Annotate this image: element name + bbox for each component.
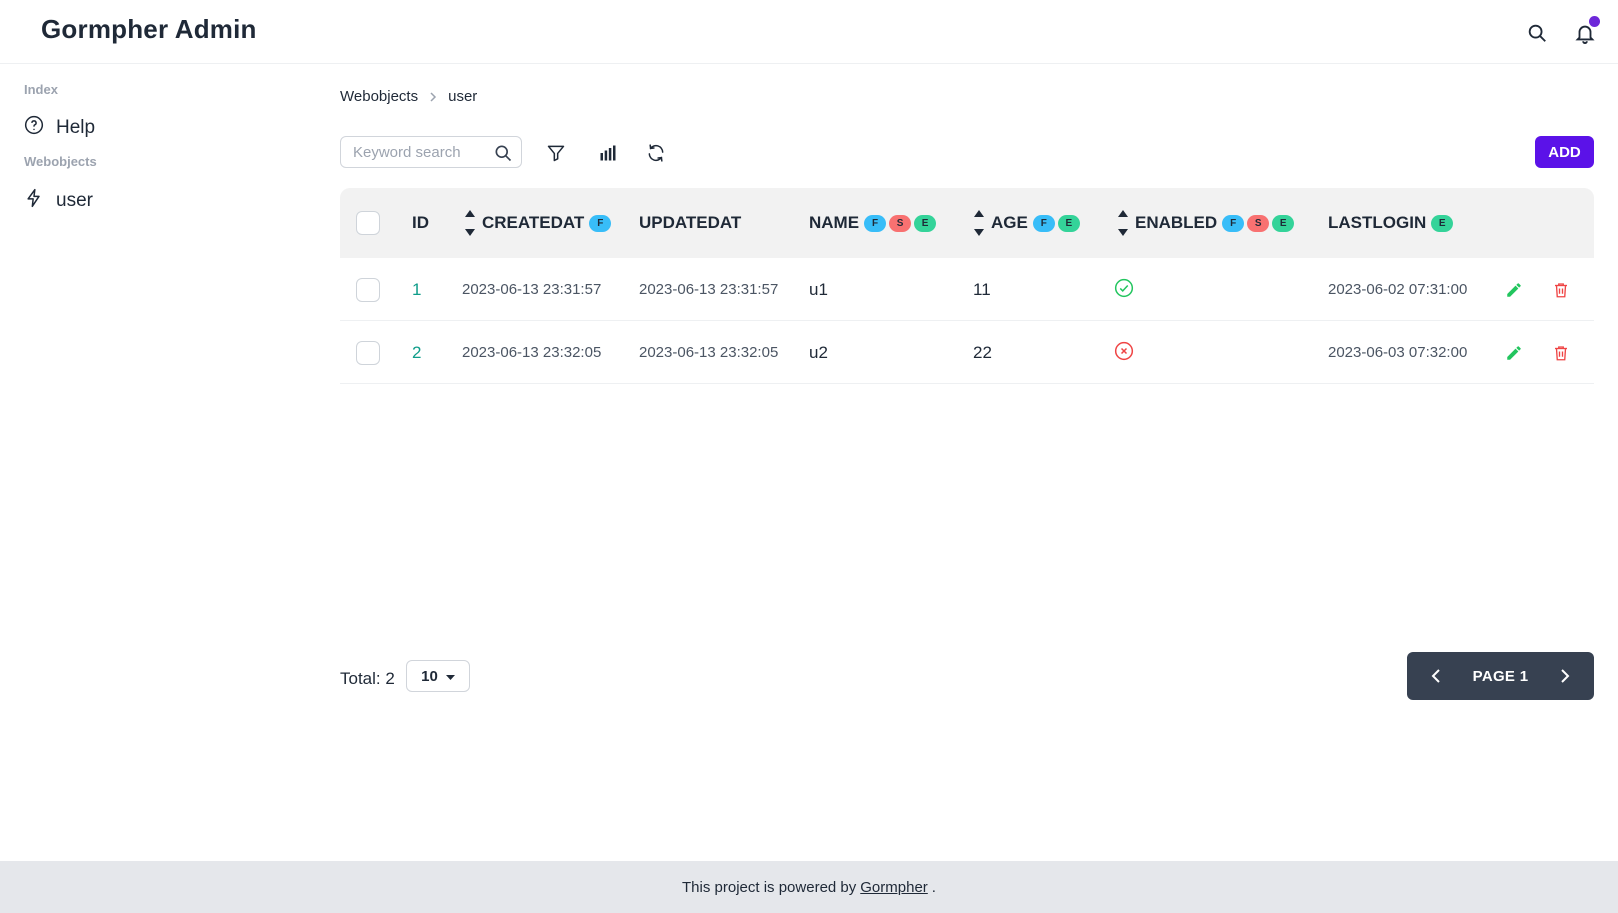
delete-trash-icon[interactable]: [1552, 281, 1570, 299]
badge-edit: E: [914, 214, 937, 232]
badge-search: S: [1247, 214, 1270, 232]
footer-text: This project is powered by: [682, 878, 857, 896]
total-count: Total: 2: [340, 669, 395, 688]
bell-icon[interactable]: [1572, 16, 1600, 46]
breadcrumb: Webobjects user: [340, 88, 477, 105]
footer: This project is powered by Gormpher .: [0, 861, 1618, 913]
edit-pencil-icon[interactable]: [1505, 344, 1523, 362]
sidebar-item-user[interactable]: user: [24, 185, 93, 217]
column-label: UPDATEDAT: [639, 213, 742, 232]
cell-updatedat: 2023-06-13 23:31:57: [639, 281, 779, 298]
search-icon[interactable]: [1524, 20, 1550, 46]
row-checkbox[interactable]: [356, 340, 380, 365]
pagination: PAGE 1: [1407, 652, 1594, 700]
badge-filter: F: [1222, 214, 1245, 232]
sidebar: Index Help Webobjects user: [0, 64, 320, 861]
cell-updatedat: 2023-06-13 23:32:05: [639, 344, 779, 361]
footer-period: .: [931, 878, 936, 896]
badge-filter: F: [864, 214, 887, 232]
badge-edit: E: [1431, 214, 1454, 232]
column-label: LASTLOGIN: [1328, 213, 1427, 232]
page-size-value: 10: [421, 667, 438, 685]
sidebar-item-help[interactable]: Help: [24, 112, 95, 144]
next-page-icon[interactable]: [1552, 663, 1578, 689]
x-circle-icon: [1114, 341, 1134, 365]
badge-search: S: [889, 214, 912, 232]
app-title: Gormpher Admin: [41, 14, 257, 44]
cell-name: u2: [809, 342, 828, 362]
column-header-id: ID: [412, 188, 429, 258]
column-label: ENABLED: [1135, 213, 1218, 232]
cell-createdat: 2023-06-13 23:32:05: [462, 344, 602, 361]
search-icon[interactable]: [493, 143, 513, 168]
add-button[interactable]: ADD: [1535, 136, 1594, 168]
page-size-select[interactable]: 10: [406, 660, 470, 692]
column-label: CREATEDAT: [482, 213, 585, 232]
cell-lastlogin: 2023-06-02 07:31:00: [1328, 281, 1468, 298]
column-label: AGE: [991, 213, 1028, 232]
help-circle-icon: [24, 115, 44, 141]
breadcrumb-item-user: user: [448, 88, 478, 105]
cell-enabled: [1114, 321, 1134, 384]
cell-age: 22: [973, 342, 992, 362]
column-header-updatedat: UPDATEDAT: [639, 188, 741, 258]
chevron-right-icon: [428, 89, 438, 105]
cell-enabled: [1114, 258, 1134, 321]
notification-dot: [1589, 16, 1600, 27]
row-checkbox[interactable]: [356, 277, 380, 302]
table-row: 2 2023-06-13 23:32:05 2023-06-13 23:32:0…: [340, 321, 1594, 384]
cell-lastlogin: 2023-06-03 07:32:00: [1328, 344, 1468, 361]
badge-filter: F: [1032, 214, 1055, 232]
page-indicator: PAGE 1: [1472, 667, 1529, 685]
select-all-checkbox[interactable]: [356, 211, 380, 235]
badge-edit: E: [1057, 214, 1080, 232]
sidebar-section-index: Index: [24, 82, 58, 97]
cell-age: 11: [973, 279, 991, 299]
delete-trash-icon[interactable]: [1552, 344, 1570, 362]
breadcrumb-item-webobjects[interactable]: Webobjects: [340, 88, 418, 105]
keyword-search: [340, 136, 522, 168]
caret-down-icon: [445, 668, 455, 685]
cell-createdat: 2023-06-13 23:31:57: [462, 281, 602, 298]
column-header-createdat: CREATEDAT F: [464, 188, 612, 258]
edit-pencil-icon[interactable]: [1505, 281, 1523, 299]
prev-page-icon[interactable]: [1423, 663, 1449, 689]
refresh-icon[interactable]: [643, 140, 669, 166]
check-circle-icon: [1114, 278, 1134, 302]
badge-edit: E: [1272, 214, 1295, 232]
sort-icon[interactable]: [973, 208, 985, 238]
cell-id[interactable]: 1: [412, 258, 421, 321]
column-label: NAME: [809, 213, 860, 232]
table-header: ID CREATEDAT F UPDATEDAT NAME F S E AGE: [340, 188, 1594, 258]
sidebar-item-label: user: [56, 190, 93, 211]
column-label: ID: [412, 213, 429, 232]
footer-link-gormpher[interactable]: Gormpher: [860, 879, 928, 896]
keyword-search-input[interactable]: [353, 143, 493, 161]
column-header-lastlogin: LASTLOGIN E: [1328, 188, 1454, 258]
filter-icon[interactable]: [543, 140, 569, 166]
column-header-age: AGE F E: [973, 188, 1080, 258]
data-table: ID CREATEDAT F UPDATEDAT NAME F S E AGE: [340, 188, 1594, 384]
header-select-all: [356, 188, 380, 258]
cell-id[interactable]: 2: [412, 321, 421, 384]
sidebar-section-webobjects: Webobjects: [24, 154, 97, 169]
sidebar-item-label: Help: [56, 117, 96, 138]
badge-filter: F: [589, 214, 612, 232]
sort-icon[interactable]: [1117, 208, 1129, 238]
table-row: 1 2023-06-13 23:31:57 2023-06-13 23:31:5…: [340, 258, 1594, 321]
top-bar: Gormpher Admin: [0, 0, 1618, 64]
lightning-icon: [24, 188, 44, 214]
column-header-enabled: ENABLED F S E: [1117, 188, 1295, 258]
sort-icon[interactable]: [464, 208, 476, 238]
column-header-name: NAME F S E: [809, 188, 937, 258]
cell-name: u1: [809, 279, 828, 299]
bar-chart-icon[interactable]: [595, 140, 621, 166]
